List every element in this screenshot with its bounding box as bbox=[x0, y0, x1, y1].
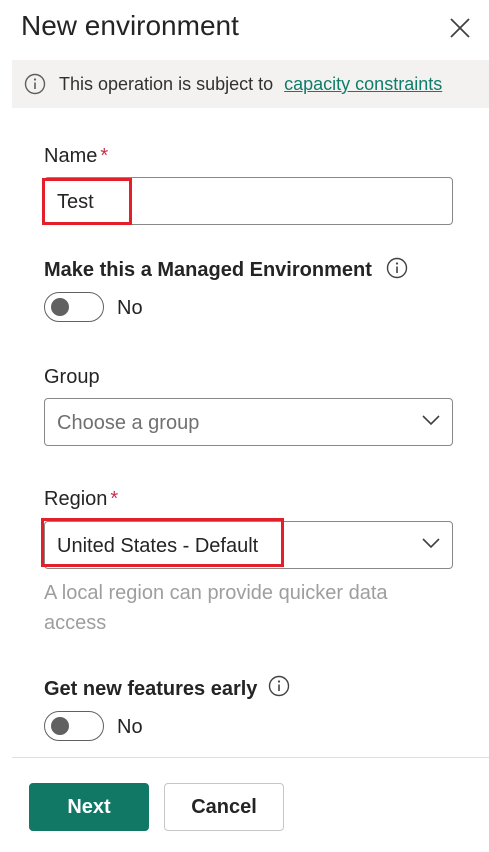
managed-env-toggle[interactable] bbox=[44, 292, 104, 322]
name-highlight bbox=[42, 178, 132, 225]
next-button[interactable]: Next bbox=[29, 783, 149, 831]
group-label: Group bbox=[44, 366, 100, 388]
managed-env-info-icon[interactable] bbox=[386, 257, 408, 279]
chevron-down-icon bbox=[422, 415, 440, 426]
close-icon bbox=[450, 18, 470, 38]
early-features-toggle-state: No bbox=[117, 716, 143, 738]
name-label: Name * bbox=[44, 145, 108, 168]
region-highlight bbox=[41, 518, 284, 567]
required-mark: * bbox=[110, 488, 119, 510]
region-label: Region * bbox=[44, 488, 118, 511]
toggle-knob bbox=[51, 717, 69, 735]
managed-env-toggle-state: No bbox=[117, 297, 143, 319]
group-dropdown[interactable]: Choose a group bbox=[44, 398, 453, 446]
capacity-banner: This operation is subject to capacity co… bbox=[12, 60, 489, 108]
early-features-info-icon[interactable] bbox=[268, 675, 290, 697]
close-button[interactable] bbox=[448, 16, 472, 40]
early-features-label: Get new features early bbox=[44, 678, 258, 700]
footer-divider bbox=[12, 757, 489, 758]
capacity-constraints-link[interactable]: capacity constraints bbox=[284, 74, 442, 94]
region-label-text: Region bbox=[44, 488, 108, 510]
region-helper-text: A local region can provide quicker data … bbox=[44, 582, 388, 634]
panel-title: New environment bbox=[21, 10, 239, 41]
cancel-button[interactable]: Cancel bbox=[164, 783, 284, 831]
chevron-down-icon bbox=[422, 538, 440, 549]
early-features-toggle[interactable] bbox=[44, 711, 104, 741]
name-label-text: Name bbox=[44, 145, 98, 167]
info-icon bbox=[24, 73, 46, 95]
managed-env-label: Make this a Managed Environment bbox=[44, 259, 372, 281]
group-dropdown-placeholder: Choose a group bbox=[57, 412, 200, 434]
toggle-knob bbox=[51, 298, 69, 316]
banner-text: This operation is subject to bbox=[59, 74, 274, 94]
required-mark: * bbox=[100, 145, 109, 167]
